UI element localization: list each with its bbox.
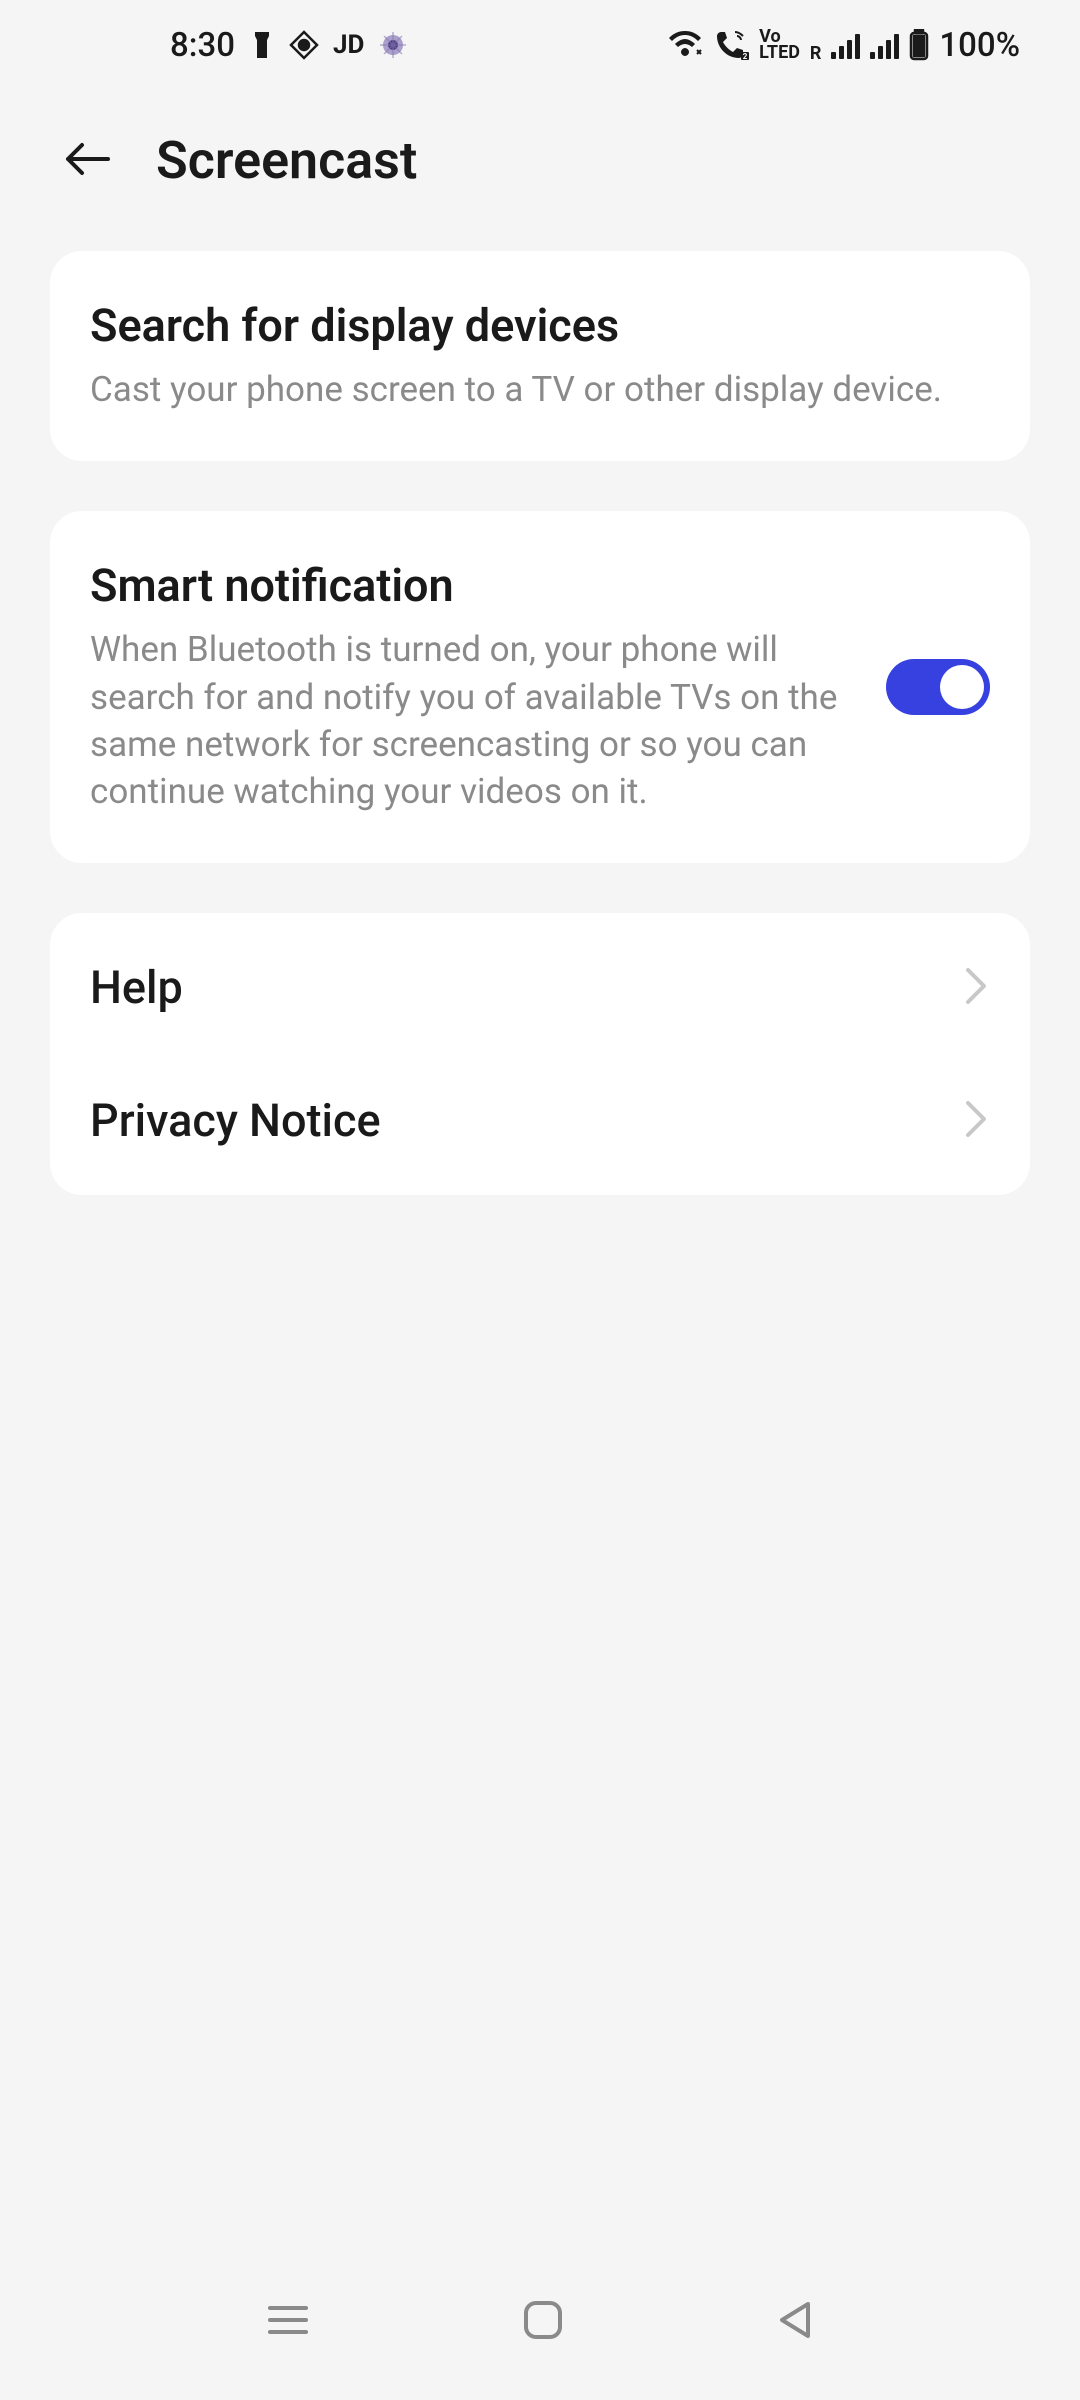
smart-notification-toggle[interactable] (886, 659, 990, 715)
battery-percentage: 100% (939, 26, 1020, 65)
links-card: Help Privacy Notice (50, 913, 1030, 1195)
status-time: 8:30 (170, 26, 235, 65)
header: Screencast (0, 90, 1080, 251)
navigation-bar (0, 2275, 1080, 2365)
home-button[interactable] (522, 2299, 564, 2341)
app-icon (378, 30, 408, 60)
chevron-right-icon (962, 962, 990, 1014)
signal-bars-1 (831, 31, 860, 59)
status-bar: 8:30 JD (0, 0, 1080, 90)
smart-notification-text: Smart notification When Bluetooth is tur… (90, 559, 856, 815)
smart-notification-title: Smart notification (90, 559, 856, 612)
signal-bars-2 (870, 31, 899, 59)
smart-notification-card: Smart notification When Bluetooth is tur… (50, 511, 1030, 863)
status-left: 8:30 JD (170, 26, 408, 65)
search-devices-row[interactable]: Search for display devices Cast your pho… (50, 259, 1030, 453)
status-right: 2 Vo LTED R 100% (667, 26, 1020, 65)
privacy-notice-title: Privacy Notice (90, 1094, 381, 1147)
wifi-calling-icon: 2 (713, 30, 749, 60)
torch-icon (249, 30, 275, 60)
roaming-indicator: R (810, 46, 822, 62)
search-devices-title: Search for display devices (90, 299, 990, 352)
volte-indicator: Vo LTED (759, 29, 800, 61)
help-title: Help (90, 961, 183, 1014)
smart-notification-subtitle: When Bluetooth is turned on, your phone … (90, 626, 856, 815)
wifi-icon (667, 30, 703, 60)
page-title: Screencast (156, 130, 417, 191)
smart-notification-row[interactable]: Smart notification When Bluetooth is tur… (50, 519, 1030, 855)
back-button[interactable] (776, 2299, 814, 2341)
search-devices-subtitle: Cast your phone screen to a TV or other … (90, 366, 990, 413)
search-devices-text: Search for display devices Cast your pho… (90, 299, 990, 413)
chevron-right-icon (962, 1095, 990, 1147)
help-row[interactable]: Help (50, 921, 1030, 1054)
content: Search for display devices Cast your pho… (0, 251, 1080, 1195)
sync-icon (289, 30, 319, 60)
search-devices-card: Search for display devices Cast your pho… (50, 251, 1030, 461)
recent-apps-button[interactable] (266, 2302, 310, 2338)
jd-indicator: JD (333, 30, 364, 60)
privacy-notice-row[interactable]: Privacy Notice (50, 1054, 1030, 1187)
battery-icon (909, 29, 929, 61)
svg-text:2: 2 (743, 52, 748, 60)
back-icon[interactable] (60, 131, 116, 191)
